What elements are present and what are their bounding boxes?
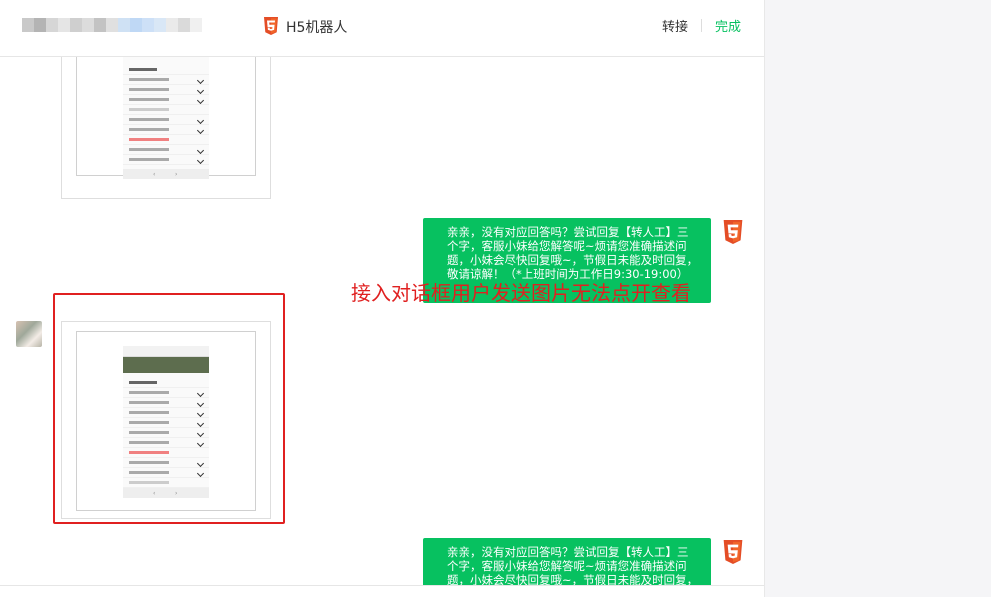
input-divider — [0, 585, 764, 586]
chat-panel: H5机器人 转接 完成 ‹ › 亲亲，没有对应回答吗？尝试回复【转人工】三个字，… — [0, 0, 765, 597]
bot-reply-bubble: 亲亲，没有对应回答吗？尝试回复【转人工】三个字，客服小妹给您解答呢~烦请您准确描… — [423, 538, 711, 585]
done-button[interactable]: 完成 — [715, 16, 741, 35]
user-avatar[interactable] — [16, 321, 42, 347]
transfer-button[interactable]: 转接 — [662, 16, 688, 35]
html5-icon — [722, 540, 744, 564]
highlight-box — [53, 293, 285, 524]
screenshot-preview: ‹ › — [123, 57, 209, 179]
bot-reply-text: 亲亲，没有对应回答吗？尝试回复【转人工】三个字，客服小妹给您解答呢~烦请您准确描… — [447, 225, 699, 281]
chat-header: H5机器人 转接 完成 — [0, 0, 764, 57]
html5-icon — [263, 17, 279, 35]
image-thumbnail[interactable]: ‹ › — [76, 57, 256, 179]
header-divider — [701, 19, 702, 32]
bot-reply-text: 亲亲，没有对应回答吗？尝试回复【转人工】三个字，客服小妹给您解答呢~烦请您准确描… — [447, 545, 699, 585]
html5-icon — [722, 220, 744, 244]
chat-title: H5机器人 — [286, 20, 348, 36]
blurred-user-name — [22, 18, 202, 32]
message-list[interactable]: ‹ › 亲亲，没有对应回答吗？尝试回复【转人工】三个字，客服小妹给您解答呢~烦请您… — [0, 57, 764, 585]
annotation-text: 接入对话框用户发送图片无法点开查看 — [351, 281, 691, 305]
image-message[interactable]: ‹ › — [61, 57, 271, 199]
